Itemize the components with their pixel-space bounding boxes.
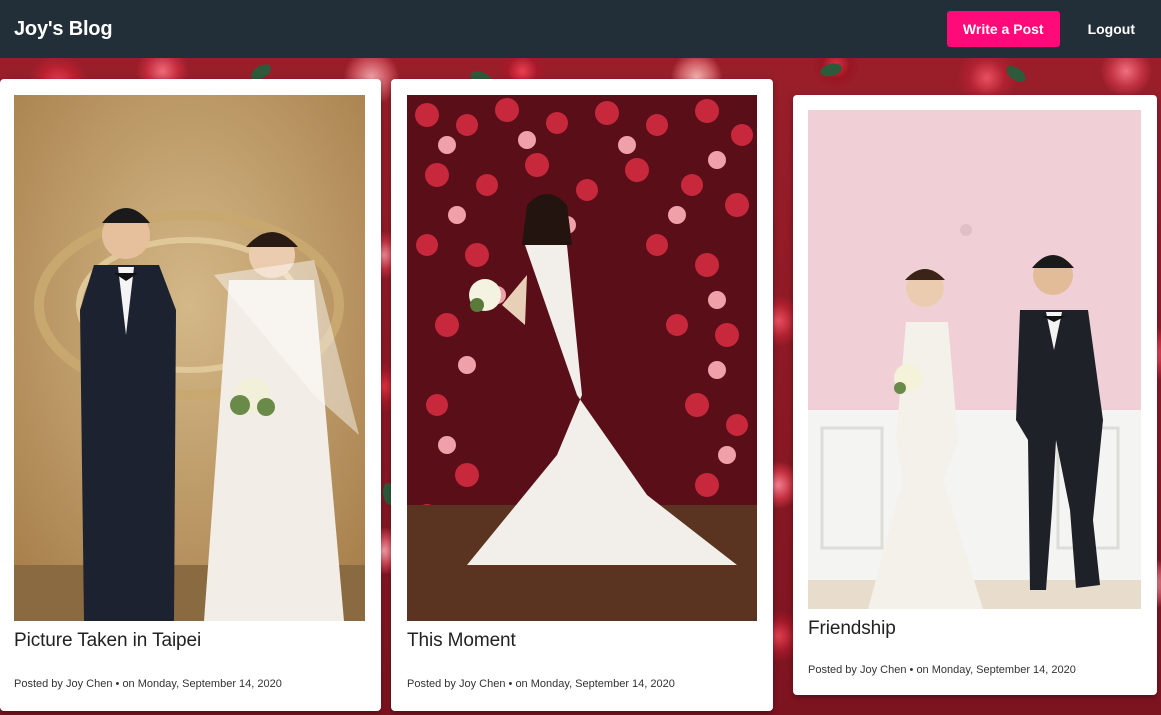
post-title[interactable]: Friendship bbox=[808, 618, 896, 640]
wedding-couple-photo-icon bbox=[14, 95, 365, 621]
post-meta: Posted by Joy Chen • on Monday, Septembe… bbox=[407, 678, 675, 690]
logout-button[interactable]: Logout bbox=[1076, 21, 1147, 37]
post-title[interactable]: Picture Taken in Taipei bbox=[14, 630, 201, 652]
author-name: Joy Chen bbox=[458, 678, 506, 690]
date-prefix: • on bbox=[115, 678, 135, 690]
posted-by-label: Posted by bbox=[808, 664, 857, 676]
post-card[interactable]: Picture Taken in Taipei Posted by Joy Ch… bbox=[0, 79, 381, 711]
top-navbar: Joy's Blog Write a Post Logout bbox=[0, 0, 1161, 58]
post-date: Monday, September 14, 2020 bbox=[931, 664, 1076, 676]
post-date: Monday, September 14, 2020 bbox=[530, 678, 675, 690]
brand-logo-link[interactable]: Joy's Blog bbox=[14, 18, 113, 41]
date-prefix: • on bbox=[508, 678, 528, 690]
couple-pink-wall-photo-icon bbox=[808, 110, 1141, 609]
write-post-button[interactable]: Write a Post bbox=[946, 11, 1060, 47]
post-date: Monday, September 14, 2020 bbox=[137, 678, 282, 690]
date-prefix: • on bbox=[909, 664, 929, 676]
post-meta: Posted by Joy Chen • on Monday, Septembe… bbox=[808, 664, 1076, 676]
author-name: Joy Chen bbox=[65, 678, 113, 690]
author-name: Joy Chen bbox=[859, 664, 907, 676]
leaf-decoration bbox=[1003, 62, 1029, 86]
post-title[interactable]: This Moment bbox=[407, 630, 516, 652]
leaf-decoration bbox=[818, 61, 844, 79]
post-image[interactable] bbox=[808, 110, 1141, 609]
post-card[interactable]: Friendship Posted by Joy Chen • on Monda… bbox=[793, 95, 1157, 695]
post-meta: Posted by Joy Chen • on Monday, Septembe… bbox=[14, 678, 282, 690]
post-image[interactable] bbox=[407, 95, 757, 621]
posted-by-label: Posted by bbox=[14, 678, 63, 690]
post-card[interactable]: This Moment Posted by Joy Chen • on Mond… bbox=[391, 79, 773, 711]
post-image[interactable] bbox=[14, 95, 365, 621]
nav-actions: Write a Post Logout bbox=[946, 11, 1147, 47]
posted-by-label: Posted by bbox=[407, 678, 456, 690]
bride-rose-wall-photo-icon bbox=[407, 95, 757, 621]
